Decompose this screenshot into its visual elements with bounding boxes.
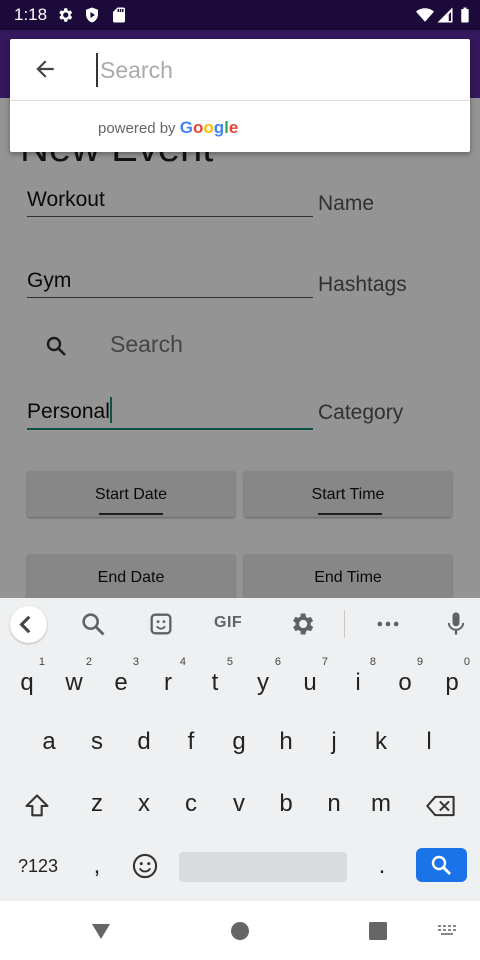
key-n[interactable]: n [314,780,354,828]
key-m[interactable]: m [361,780,401,828]
key-t[interactable]: t5 [195,656,235,707]
key-f[interactable]: f [171,718,211,766]
key-k[interactable]: k [361,718,401,766]
arrow-back-icon[interactable] [32,56,58,82]
key-s[interactable]: s [77,718,117,766]
status-time: 1:18 [14,5,48,24]
gear-icon[interactable] [288,610,316,638]
key-j[interactable]: j [314,718,354,766]
google-logo: Google [179,118,239,137]
sticker-icon[interactable] [147,610,175,638]
key-l[interactable]: l [409,718,449,766]
powered-by-google: powered by Google [98,118,238,138]
gif-button[interactable]: GIF [214,614,242,632]
recents-square-icon[interactable] [366,919,390,943]
signal-icon [436,6,454,24]
key-e[interactable]: e3 [101,656,141,707]
comma-key[interactable]: , [77,842,117,890]
key-p[interactable]: p0 [432,656,472,707]
key-i[interactable]: i8 [338,656,378,707]
search-icon [431,855,451,875]
symbols-key[interactable]: ?123 [14,842,62,890]
gear-icon [56,6,74,24]
status-bar: 1:18 [0,0,480,30]
shift-icon[interactable] [23,792,51,820]
keyboard-toolbar: GIF [0,598,480,650]
keyboard-switch-icon[interactable] [436,919,460,943]
key-y[interactable]: y6 [243,656,283,707]
key-b[interactable]: b [266,780,306,828]
space-key[interactable] [179,852,347,882]
back-triangle-icon[interactable] [89,919,113,943]
key-v[interactable]: v [219,780,259,828]
chevron-left-icon[interactable] [10,606,47,643]
divider [10,100,470,101]
shield-icon [83,6,101,24]
place-search-card: powered by Google [10,39,470,152]
key-r[interactable]: r4 [148,656,188,707]
key-z[interactable]: z [77,780,117,828]
emoji-icon[interactable] [131,852,159,880]
place-search-input[interactable] [96,53,456,87]
key-h[interactable]: h [266,718,306,766]
key-g[interactable]: g [219,718,259,766]
toolbar-divider [344,610,345,638]
key-q[interactable]: q1 [7,656,47,707]
key-a[interactable]: a [29,718,69,766]
key-x[interactable]: x [124,780,164,828]
search-icon[interactable] [79,610,107,638]
soft-keyboard: GIF q1 w2 e3 r4 t5 y6 u7 i8 o9 p0 a s d … [0,598,480,901]
battery-icon [456,6,474,24]
backspace-icon[interactable] [425,792,457,820]
more-icon[interactable] [374,610,402,638]
search-enter-key[interactable] [416,848,467,882]
powered-by-text: powered by [98,120,176,137]
home-circle-icon[interactable] [228,919,252,943]
mic-icon[interactable] [442,610,470,638]
period-key[interactable]: . [362,842,402,890]
key-u[interactable]: u7 [290,656,330,707]
system-nav-bar [0,901,480,960]
key-d[interactable]: d [124,718,164,766]
wifi-icon [416,6,434,24]
key-o[interactable]: o9 [385,656,425,707]
sd-card-icon [110,6,128,24]
key-c[interactable]: c [171,780,211,828]
key-w[interactable]: w2 [54,656,94,707]
